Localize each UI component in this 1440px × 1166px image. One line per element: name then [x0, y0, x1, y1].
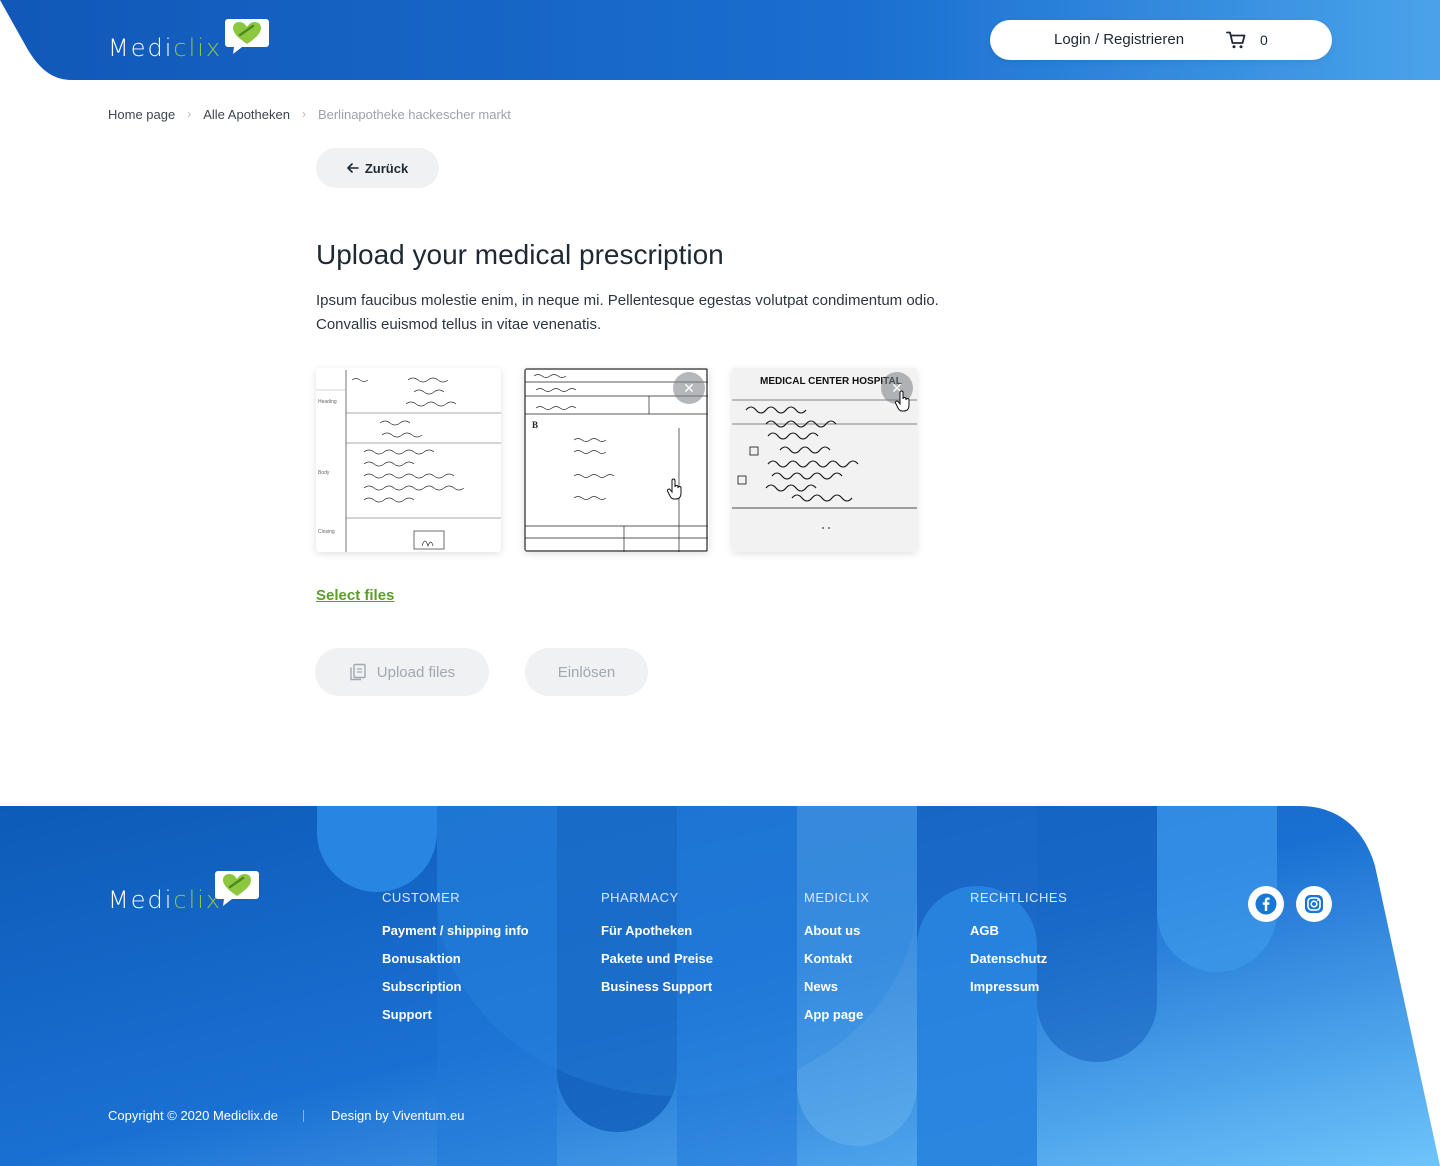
logo-heart-bubble-icon [215, 871, 259, 906]
footer-link[interactable]: Bonusaktion [382, 951, 529, 979]
design-credit-link[interactable]: Design by Viventum.eu [331, 1108, 464, 1123]
breadcrumb-home[interactable]: Home page [108, 107, 175, 122]
upload-files-label: Upload files [376, 663, 456, 681]
copyright-text: Copyright © 2020 Mediclix.de [108, 1108, 278, 1123]
footer-column-mediclix: MEDICLIX About us Kontakt News App page [804, 890, 869, 1035]
prescription-image-1: Heading Body Closing [316, 368, 501, 552]
hand-cursor-icon [666, 478, 682, 500]
svg-text:Closing: Closing [318, 529, 335, 535]
remove-thumbnail-2-button[interactable]: ✕ [673, 372, 705, 404]
breadcrumb-current: Berlinapotheke hackescher markt [317, 106, 511, 122]
footer-link[interactable]: Pakete und Preise [601, 951, 713, 979]
cart-icon[interactable] [1226, 31, 1246, 49]
footer-link[interactable]: About us [804, 923, 869, 951]
cart-count-badge: 0 [1260, 32, 1268, 48]
site-footer: Mediclix CUSTOMER Payment / shipping inf… [0, 806, 1440, 1166]
hand-cursor-icon [894, 390, 910, 412]
instagram-glyph-icon [1305, 895, 1323, 913]
header-logo[interactable]: Mediclix [108, 18, 269, 62]
facebook-icon[interactable] [1248, 886, 1284, 922]
redeem-button[interactable]: Einlösen [525, 648, 648, 696]
footer-link[interactable]: Impressum [970, 979, 1067, 1007]
footer-link[interactable]: Kontakt [804, 951, 869, 979]
back-button-label: Zurück [364, 160, 409, 176]
upload-files-button[interactable]: Upload files [315, 648, 489, 696]
prescription-thumbnail-3[interactable]: MEDICAL CENTER HOSPITAL ✕ [732, 368, 917, 552]
facebook-glyph-icon [1255, 893, 1277, 915]
breadcrumb-all-pharmacies[interactable]: Alle Apotheken [203, 107, 290, 122]
login-register-link[interactable]: Login / Registrieren [1054, 20, 1184, 60]
page-title: Upload your medical prescription [316, 239, 724, 270]
site-header: Mediclix Login / Registrieren 0 [0, 0, 1440, 80]
logo-wordmark: Mediclix [108, 886, 223, 914]
svg-text:B: B [532, 420, 538, 430]
footer-link[interactable]: Subscription [382, 979, 529, 1007]
prescription-thumbnail-2[interactable]: B ✕ [524, 368, 709, 552]
svg-text:Body: Body [318, 470, 330, 476]
svg-text:Heading: Heading [318, 399, 337, 405]
footer-link[interactable]: Datenschutz [970, 951, 1067, 979]
footer-link[interactable]: News [804, 979, 869, 1007]
logo-wordmark: Mediclix [108, 34, 223, 62]
back-button[interactable]: Zurück [316, 148, 439, 188]
chevron-right-icon: › [301, 107, 306, 121]
footer-column-customer: CUSTOMER Payment / shipping info Bonusak… [382, 890, 529, 1035]
footer-column-legal: RECHTLICHES AGB Datenschutz Impressum [970, 890, 1067, 1007]
footer-column-title: RECHTLICHES [970, 890, 1068, 905]
footer-link[interactable]: Für Apotheken [601, 923, 713, 951]
footer-column-title: MEDICLIX [804, 890, 870, 905]
logo-heart-bubble-icon [225, 19, 269, 54]
footer-column-title: PHARMACY [601, 890, 679, 905]
footer-link[interactable]: Payment / shipping info [382, 923, 529, 951]
footer-column-pharmacy: PHARMACY Für Apotheken Pakete und Preise… [601, 890, 713, 1007]
page-description: Ipsum faucibus molestie enim, in neque m… [316, 292, 939, 333]
user-menu-pill: Login / Registrieren 0 [990, 20, 1332, 60]
footer-logo[interactable]: Mediclix [108, 870, 259, 914]
prescription-thumbnail-1[interactable]: Heading Body Closing [316, 368, 501, 552]
footer-link[interactable]: Business Support [601, 979, 713, 1007]
select-files-link[interactable]: Select files [316, 587, 394, 604]
document-upload-icon [350, 663, 366, 681]
footer-divider [303, 1110, 304, 1122]
footer-link[interactable]: Support [382, 1007, 529, 1035]
arrow-left-icon [347, 163, 359, 173]
footer-column-title: CUSTOMER [382, 890, 461, 905]
chevron-right-icon: › [187, 107, 192, 121]
instagram-icon[interactable] [1296, 886, 1332, 922]
footer-link[interactable]: AGB [970, 923, 1067, 951]
breadcrumb: Home page › Alle Apotheken › Berlinapoth… [108, 105, 511, 123]
footer-link[interactable]: App page [804, 1007, 869, 1035]
